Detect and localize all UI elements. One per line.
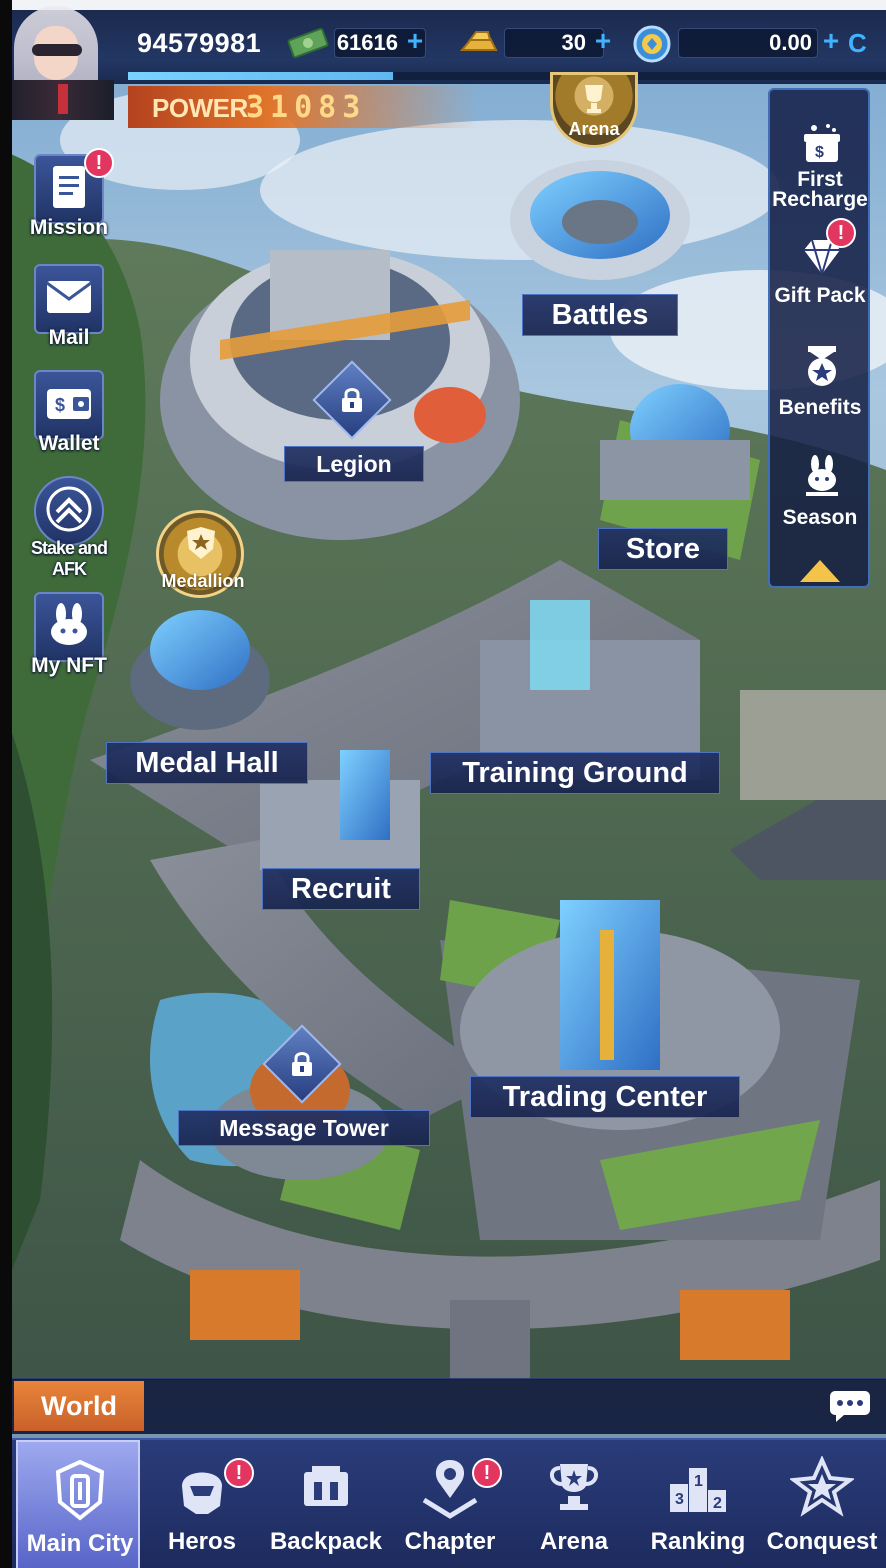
benefits-button[interactable]: Benefits <box>770 326 870 436</box>
svg-text:2: 2 <box>713 1495 722 1512</box>
stake-afk-button[interactable]: Stake and AFK <box>18 470 120 579</box>
star-shield-icon <box>183 525 219 566</box>
world-channel-button[interactable]: World <box>14 1381 144 1431</box>
add-token-button[interactable]: + <box>820 27 842 55</box>
my-nft-label: My NFT <box>31 654 107 677</box>
tab-ranking-label: Ranking <box>650 1528 746 1555</box>
medal-icon <box>800 344 844 388</box>
tab-backpack-label: Backpack <box>269 1528 383 1555</box>
gift-pack-alert-badge: ! <box>826 218 856 248</box>
tab-main-city-label: Main City <box>26 1530 134 1557</box>
store-building-label[interactable]: Store <box>598 528 728 570</box>
my-nft-button[interactable]: My NFT <box>18 586 120 686</box>
first-recharge-button[interactable]: $ First Recharge <box>770 104 870 214</box>
add-cash-button[interactable]: + <box>404 27 426 55</box>
right-panel: $ First Recharge ! Gift Pack Benefits Se… <box>768 88 870 588</box>
helmet-icon <box>170 1456 234 1520</box>
gold-resource: 30 + <box>456 24 620 62</box>
power-label: POWER: <box>152 93 256 123</box>
document-icon <box>49 164 89 215</box>
tab-heros-label: Heros <box>167 1528 237 1555</box>
tab-arena[interactable]: Arena <box>512 1440 636 1568</box>
trading-center-building-label[interactable]: Trading Center <box>470 1076 740 1118</box>
tab-chapter[interactable]: ! Chapter <box>388 1440 512 1568</box>
wallet-icon: $ <box>45 383 93 428</box>
medallion-label: Medallion <box>161 571 245 591</box>
tab-conquest[interactable]: Conquest <box>760 1440 884 1568</box>
rabbit-icon <box>46 602 92 653</box>
gift-pack-button[interactable]: ! Gift Pack <box>770 216 870 326</box>
token-coin-icon <box>632 24 672 64</box>
benefits-label: Benefits <box>778 396 862 419</box>
city-shield-icon <box>48 1458 112 1522</box>
experience-bar <box>128 72 886 80</box>
message-tower-building-label[interactable]: Message Tower <box>178 1110 430 1146</box>
tab-backpack[interactable]: Backpack <box>264 1440 388 1568</box>
svg-text:$: $ <box>55 395 65 415</box>
tab-ranking[interactable]: 312 Ranking <box>636 1440 760 1568</box>
first-recharge-label: First Recharge <box>772 168 868 211</box>
gift-pack-label: Gift Pack <box>774 284 866 307</box>
mission-button[interactable]: ! Mission <box>18 148 120 248</box>
token-value: 0.00 <box>769 30 812 55</box>
trophy-icon <box>542 1456 606 1520</box>
mission-label: Mission <box>29 216 109 239</box>
chat-bubble-icon[interactable] <box>828 1389 872 1423</box>
wallet-button[interactable]: $ Wallet <box>18 364 120 464</box>
tab-main-city[interactable]: Main City <box>16 1440 140 1568</box>
player-id: 94579981 <box>137 28 262 58</box>
wallet-label: Wallet <box>38 432 100 455</box>
svg-text:$: $ <box>815 144 824 161</box>
bottom-navigation: Main City ! Heros Backpack ! Chapter Are… <box>12 1438 886 1568</box>
game-screen: 4 94579981 61616 + 30 + 0.00 + C POWER: … <box>0 0 886 1568</box>
star-emblem-icon <box>788 1455 856 1520</box>
trophy-icon <box>579 83 609 120</box>
mail-label: Mail <box>48 326 90 349</box>
collapse-arrow-icon[interactable] <box>800 560 840 582</box>
chevrons-icon <box>45 486 93 537</box>
cash-resource: 61616 + <box>286 24 446 62</box>
season-label: Season <box>782 506 858 529</box>
podium-icon: 312 <box>666 1456 730 1520</box>
refresh-icon[interactable]: C <box>848 30 872 56</box>
medallion-button[interactable]: Medallion <box>156 510 245 598</box>
season-button[interactable]: Season <box>770 436 870 546</box>
cash-icon <box>286 26 330 60</box>
battles-building-label[interactable]: Battles <box>522 294 678 336</box>
gift-box-icon: $ <box>800 122 844 166</box>
add-gold-button[interactable]: + <box>592 27 614 55</box>
gold-bar-icon <box>456 26 502 60</box>
map-pin-icon <box>418 1456 482 1520</box>
gold-value: 30 <box>561 30 586 55</box>
power-display: POWER: 31083 <box>128 86 478 128</box>
training-ground-building-label[interactable]: Training Ground <box>430 752 720 794</box>
screen-edge <box>0 0 12 1568</box>
tab-conquest-label: Conquest <box>766 1528 878 1555</box>
arena-building-label: Arena <box>568 119 620 139</box>
lock-icon <box>276 1038 328 1090</box>
backpack-icon <box>294 1456 358 1520</box>
tab-arena-label: Arena <box>539 1528 609 1555</box>
lock-icon <box>326 374 378 426</box>
world-chat-bar[interactable]: World <box>12 1378 886 1434</box>
arena-building-marker[interactable]: Arena <box>550 72 638 148</box>
token-resource: 0.00 + C <box>630 24 886 64</box>
mission-alert-badge: ! <box>84 148 114 178</box>
tab-chapter-label: Chapter <box>404 1528 496 1555</box>
tab-heros[interactable]: ! Heros <box>140 1440 264 1568</box>
legion-building-label[interactable]: Legion <box>284 446 424 482</box>
rabbit-icon <box>800 454 844 498</box>
svg-text:1: 1 <box>694 1473 703 1490</box>
chapter-alert-badge: ! <box>472 1458 502 1488</box>
svg-text:3: 3 <box>675 1491 684 1508</box>
envelope-icon <box>45 279 93 320</box>
recruit-building-label[interactable]: Recruit <box>262 868 420 910</box>
stake-afk-label: Stake and AFK <box>30 538 108 579</box>
cash-value: 61616 <box>336 30 398 55</box>
mail-button[interactable]: Mail <box>18 258 120 358</box>
power-value: 31083 <box>246 90 367 125</box>
medal-hall-building-label[interactable]: Medal Hall <box>106 742 308 784</box>
heros-alert-badge: ! <box>224 1458 254 1488</box>
